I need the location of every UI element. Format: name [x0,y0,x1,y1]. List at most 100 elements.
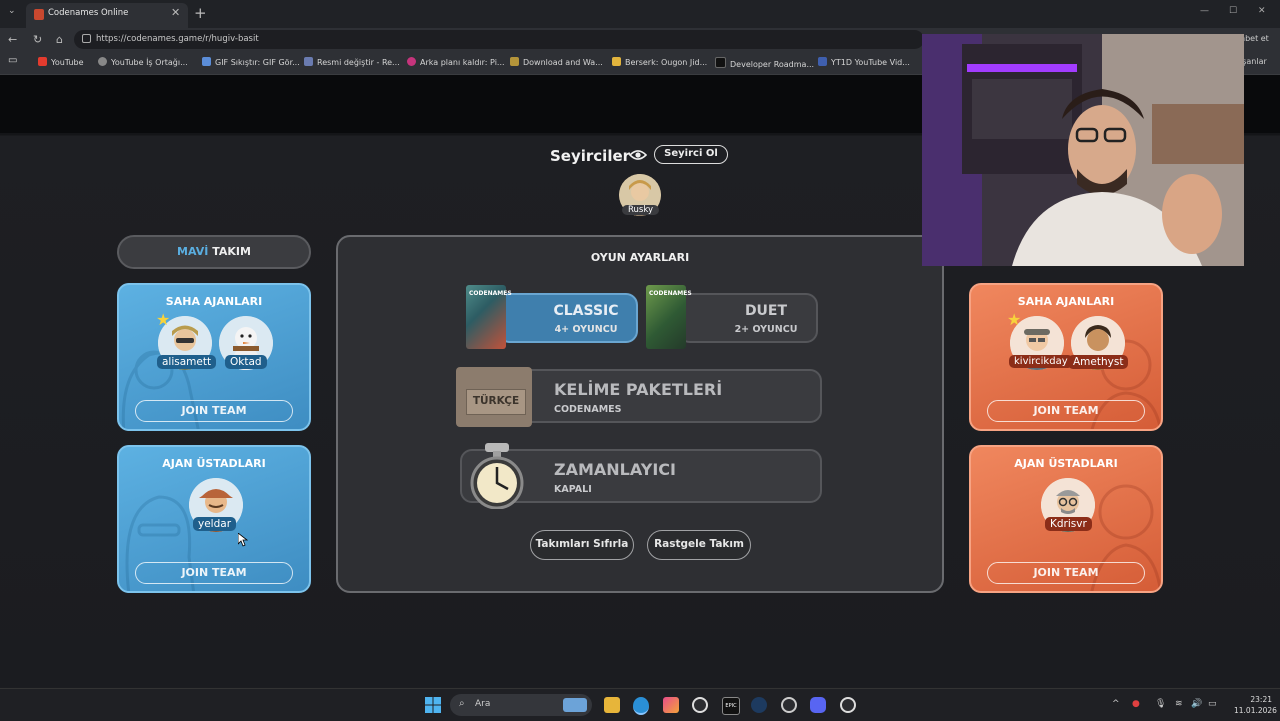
blue-spymasters-title: AJAN ÜSTADLARI [162,457,266,470]
clock-time: 23:21 [1250,695,1272,704]
close-window-icon[interactable]: ✕ [1258,6,1266,16]
red-spymasters-title: AJAN ÜSTADLARI [1014,457,1118,470]
download-site-icon [510,57,519,66]
volume-icon[interactable]: 🔊 [1191,699,1202,709]
google-icon [98,57,107,66]
blue-spymasters-join-button[interactable]: JOIN TEAM [135,562,293,584]
download-icon [818,57,827,66]
red-operatives-join-button[interactable]: JOIN TEAM [987,400,1145,422]
recording-icon[interactable]: ● [1132,699,1140,709]
minimize-icon[interactable]: — [1200,6,1209,16]
edge-browser-icon[interactable] [633,697,649,715]
word-packs-value: CODENAMES [554,404,622,415]
wifi-icon[interactable]: ≋ [1175,699,1183,709]
spectators-title: Seyirciler [550,147,631,165]
reset-teams-button[interactable]: Takımları Sıfırla [530,530,634,560]
red-operatives-title: SAHA AJANLARI [1017,295,1115,308]
windows-taskbar: ⌕ Ara EPIC ^ ● 🎙 ≋ 🔊 ▭ 23:21 11.01.2026 [0,688,1280,721]
collections-icon[interactable]: ▭ [8,55,17,67]
battery-icon[interactable]: ▭ [1208,699,1217,709]
timer-value: KAPALI [554,484,592,495]
home-icon[interactable]: ⌂ [56,33,63,46]
duet-mode-name: DUET [744,303,788,319]
folder-icon [612,57,621,66]
player-name: alisamett [157,355,217,369]
red-operatives-card: SAHA AJANLARI ★ kivircikday Amethyst JOI… [969,283,1163,431]
browser-tab[interactable]: Codenames Online ✕ [26,3,188,28]
bookmark-6[interactable]: Berserk: Ougon Jid... [612,57,707,69]
clock-date: 11.01.2026 [1234,706,1277,715]
blue-team-header: MAVİ TAKIM [117,235,311,269]
bookmark-8[interactable]: YT1D YouTube Vid... [818,57,910,69]
red-spymasters-join-button[interactable]: JOIN TEAM [987,562,1145,584]
youtube-icon [38,57,47,66]
tray-overflow-icon[interactable]: ^ [1112,699,1120,709]
more-bookmarks[interactable]: ışanlar [1240,57,1267,66]
codenames-favicon-icon [34,9,44,20]
timer-title: ZAMANLAYICI [554,460,676,479]
site-info-icon[interactable] [82,34,91,43]
bookmark-4[interactable]: Arka planı kaldır: Pi... [407,57,505,69]
tab-menu-icon[interactable]: ⌄ [8,6,16,16]
bookmark-7[interactable]: Developer Roadma... [715,57,814,69]
duet-mode-players: 2+ OYUNCU [734,324,798,335]
game-settings-panel: OYUN AYARLARI CLASSIC 4+ OYUNCU CODENAME… [336,235,944,593]
search-highlight-icon [563,698,587,712]
microphone-icon[interactable]: 🎙 [1155,699,1166,709]
discord-icon[interactable] [810,697,826,713]
classic-box-art-icon: CODENAMES [466,285,512,349]
leader-star-icon: ★ [156,310,171,329]
search-icon: ⌕ [459,698,465,709]
reload-icon[interactable]: ↻ [33,33,42,46]
stopwatch-icon [470,443,524,509]
random-teams-button[interactable]: Rastgele Takım [647,530,751,560]
player-name: kivircikday [1009,355,1073,368]
steam-icon[interactable] [751,697,767,713]
gif-icon [202,57,211,66]
address-bar[interactable]: https://codenames.game/r/hugiv-basit [74,30,924,49]
classic-mode-option[interactable]: CLASSIC 4+ OYUNCU [498,293,638,343]
player-name: Kdrisvr [1045,517,1092,531]
steelseries-icon[interactable] [692,697,708,713]
close-tab-icon[interactable]: ✕ [171,6,180,19]
bookmark-5[interactable]: Download and Wa... [510,57,603,69]
bookmark-0[interactable]: YouTube [38,57,84,69]
eye-icon [629,150,647,160]
bookmark-3[interactable]: Resmi değiştir - Re... [304,57,400,69]
roadmap-icon [715,57,726,68]
word-pack-box-icon: TÜRKÇE [456,367,532,427]
steelseries-gg-icon[interactable] [781,697,797,713]
word-pack-language-badge: TÜRKÇE [466,389,526,415]
file-explorer-icon[interactable] [604,697,620,713]
blue-operatives-title: SAHA AJANLARI [165,295,263,308]
blue-operatives-join-button[interactable]: JOIN TEAM [135,400,293,422]
windows-start-icon[interactable] [425,697,441,713]
player-name: Oktad [225,355,267,369]
classic-mode-players: 4+ OYUNCU [554,324,618,335]
red-spymasters-card: AJAN ÜSTADLARI Kdrisvr JOIN TEAM [969,445,1163,593]
epic-games-icon[interactable]: EPIC [722,697,740,715]
resize-icon [304,57,313,66]
become-spectator-button[interactable]: Seyirci Ol [654,145,728,164]
duet-box-art-icon: CODENAMES [646,285,692,349]
webcam-feed [922,34,1244,266]
sidebar-chat-label[interactable]: hbet et [1240,34,1269,43]
photos-app-icon[interactable] [663,697,679,713]
word-packs-title: KELİME PAKETLERİ [554,380,723,399]
bookmark-1[interactable]: YouTube İş Ortağı... [98,57,188,69]
blue-operatives-card: SAHA AJANLARI ★ alisamett Oktad JOIN TEA… [117,283,311,431]
bookmark-2[interactable]: GIF Sıkıştır: GIF Gör... [202,57,300,69]
leader-star-icon: ★ [1007,310,1022,329]
duet-mode-option[interactable]: DUET 2+ OYUNCU [678,293,818,343]
spectator-name: Rusky [622,205,659,215]
taskbar-search[interactable]: ⌕ Ara [450,694,592,716]
new-tab-icon[interactable]: + [194,4,207,22]
obs-studio-icon[interactable] [840,697,856,713]
taskbar-clock[interactable]: 23:21 11.01.2026 [1234,694,1277,716]
url-text[interactable]: https://codenames.game/r/hugiv-basit [96,34,259,44]
game-settings-title: OYUN AYARLARI [590,251,690,264]
maximize-icon[interactable]: ☐ [1229,6,1237,16]
webcam-overlay [922,34,1244,266]
back-icon[interactable]: ← [8,33,17,46]
tab-bar: ⌄ Codenames Online ✕ + — ☐ ✕ [0,0,1280,28]
